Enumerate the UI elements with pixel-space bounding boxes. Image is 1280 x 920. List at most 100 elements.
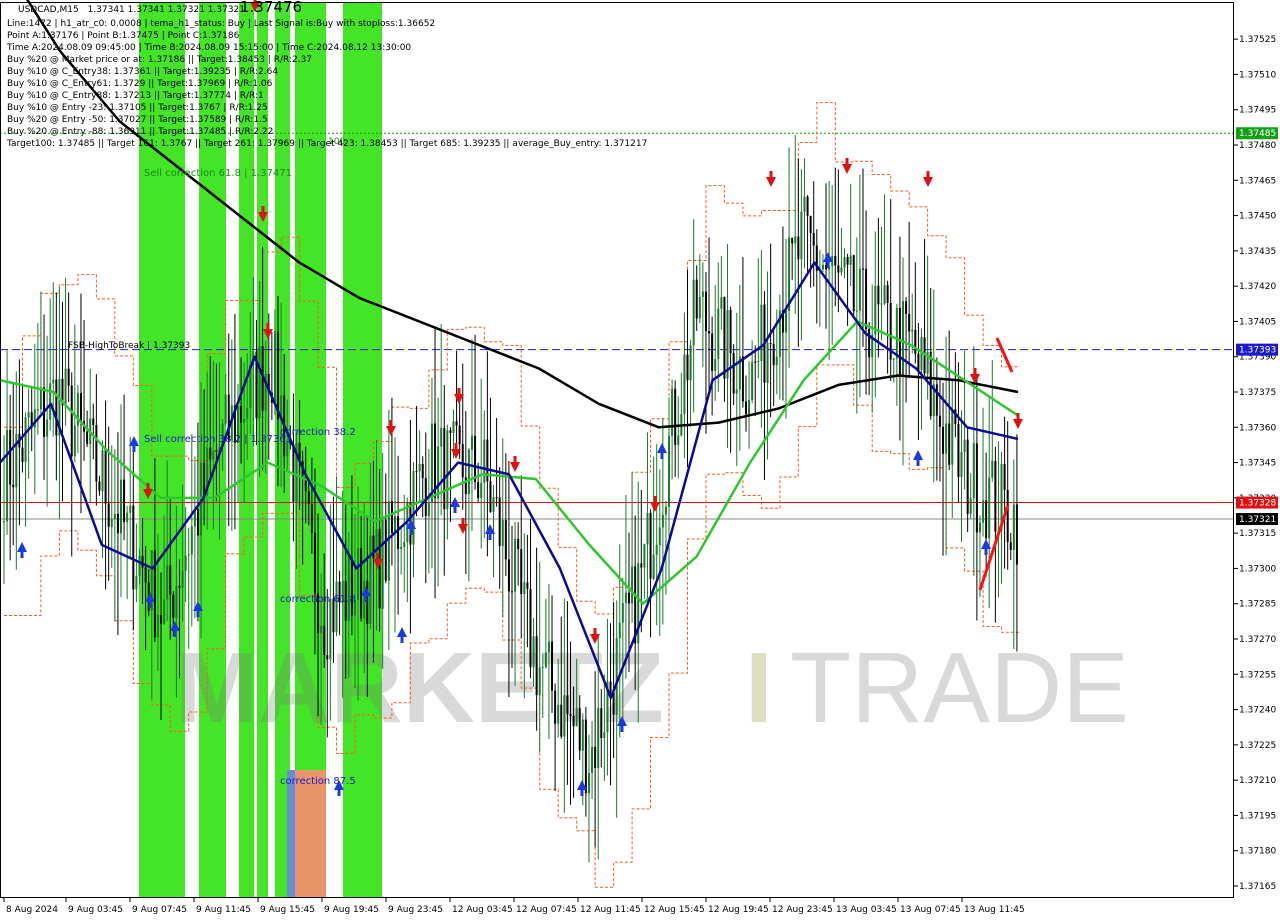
candle-body bbox=[378, 529, 381, 609]
candle-body bbox=[865, 268, 868, 330]
candle-body bbox=[717, 308, 720, 360]
candle-body bbox=[523, 582, 526, 595]
candle-body bbox=[412, 471, 415, 545]
candle-body bbox=[834, 255, 837, 266]
candle-body bbox=[95, 425, 98, 482]
candle-body bbox=[190, 526, 193, 555]
candle-body bbox=[440, 427, 443, 447]
candle-body bbox=[1015, 504, 1018, 565]
candle-body bbox=[624, 592, 627, 604]
info-line: Buy %20 @ Entry -50: 1.37027 || Target:1… bbox=[7, 115, 268, 125]
candle-body bbox=[704, 291, 707, 332]
candle-body bbox=[597, 708, 600, 769]
candle-body bbox=[24, 417, 27, 462]
candle-body bbox=[560, 704, 563, 737]
info-line: Buy %20 @ Entry -88: 1.36911 || Target:1… bbox=[7, 127, 273, 137]
price-tick-label: 1.37375 bbox=[1239, 388, 1276, 398]
price-tick-label: 1.37165 bbox=[1239, 882, 1276, 892]
time-tick-label: 9 Aug 15:45 bbox=[260, 905, 315, 915]
candle-body bbox=[812, 233, 815, 246]
candle-body bbox=[470, 435, 473, 450]
candle-body bbox=[701, 291, 704, 297]
candle-body bbox=[79, 393, 82, 422]
candle-body bbox=[9, 429, 12, 485]
candle-body bbox=[547, 641, 550, 653]
candle-body bbox=[708, 331, 711, 334]
candle-body bbox=[70, 385, 73, 457]
candle-body bbox=[529, 588, 532, 668]
candle-body bbox=[858, 268, 861, 311]
candle-body bbox=[689, 345, 692, 381]
candle-body bbox=[603, 732, 606, 738]
price-tick-label: 1.37360 bbox=[1239, 423, 1276, 433]
candle-body bbox=[495, 497, 498, 499]
candle-body bbox=[449, 430, 452, 433]
candle-body bbox=[141, 555, 144, 568]
candle-body bbox=[591, 746, 594, 773]
candle-body bbox=[437, 446, 440, 499]
candle-body bbox=[951, 409, 954, 465]
time-tick-label: 9 Aug 19:45 bbox=[324, 905, 379, 915]
price-scale[interactable]: 1.37525 1.37510 1.37495 1.37480 1.37465 1.374… bbox=[1234, 35, 1276, 892]
price-tick-label: 1.37210 bbox=[1239, 776, 1276, 786]
candle-body bbox=[458, 425, 461, 445]
candle-body bbox=[760, 304, 763, 362]
price-tick-label: 1.37405 bbox=[1239, 317, 1276, 327]
candle-body bbox=[671, 388, 674, 436]
time-tick-label: 12 Aug 23:45 bbox=[772, 905, 833, 915]
candle-body bbox=[994, 460, 997, 532]
price-tick-label: 1.37195 bbox=[1239, 811, 1276, 821]
candle-body bbox=[895, 307, 898, 359]
price-tick-label: 1.37225 bbox=[1239, 741, 1276, 751]
candle-body bbox=[695, 279, 698, 319]
candle-body bbox=[446, 430, 449, 510]
candle-body bbox=[563, 695, 566, 737]
candle-body bbox=[46, 419, 49, 437]
candle-body bbox=[212, 450, 215, 460]
candle-body bbox=[372, 535, 375, 559]
candle-body bbox=[123, 479, 126, 523]
candle-body bbox=[575, 708, 578, 727]
candle-body bbox=[554, 690, 557, 724]
candle-body bbox=[156, 614, 159, 638]
candle-body bbox=[166, 565, 169, 600]
candle-body bbox=[769, 342, 772, 345]
candle-body bbox=[203, 462, 206, 496]
candle-body bbox=[467, 449, 470, 495]
zone-band bbox=[139, 3, 185, 897]
candle-body bbox=[209, 447, 212, 460]
candle-body bbox=[474, 435, 477, 482]
candle-body bbox=[163, 599, 166, 624]
candle-body bbox=[517, 539, 520, 550]
candle-body bbox=[92, 418, 95, 426]
candle-body bbox=[649, 512, 652, 579]
candle-body bbox=[720, 297, 723, 309]
candle-body bbox=[455, 421, 458, 426]
candle-body bbox=[196, 509, 199, 536]
candle-body bbox=[668, 435, 671, 507]
candle-body bbox=[735, 389, 738, 394]
candle-body bbox=[544, 652, 547, 668]
time-scale[interactable]: 8 Aug 2024 9 Aug 03:45 9 Aug 07:45 9 Aug 11… bbox=[3, 898, 1025, 915]
candle-body bbox=[655, 545, 658, 555]
candle-body bbox=[369, 535, 372, 624]
candle-body bbox=[126, 512, 129, 523]
zone-blue bbox=[287, 770, 295, 897]
candle-body bbox=[975, 443, 978, 533]
candle-body bbox=[49, 383, 52, 420]
candle-body bbox=[98, 481, 101, 492]
time-tick-label: 9 Aug 11:45 bbox=[196, 905, 251, 915]
candle-body bbox=[116, 513, 119, 534]
candle-body bbox=[452, 421, 455, 433]
candle-body bbox=[492, 497, 495, 512]
candle-body bbox=[258, 346, 261, 419]
candle-body bbox=[113, 513, 116, 520]
candle-body bbox=[12, 484, 15, 488]
time-tick-label: 9 Aug 03:45 bbox=[68, 905, 123, 915]
price-tick-label: 1.37300 bbox=[1239, 564, 1276, 574]
price-tick-label: 1.37435 bbox=[1239, 247, 1276, 257]
candle-body bbox=[55, 379, 58, 436]
price-tick-label: 1.37270 bbox=[1239, 635, 1276, 645]
candle-body bbox=[489, 481, 492, 512]
candle-body bbox=[938, 415, 941, 427]
